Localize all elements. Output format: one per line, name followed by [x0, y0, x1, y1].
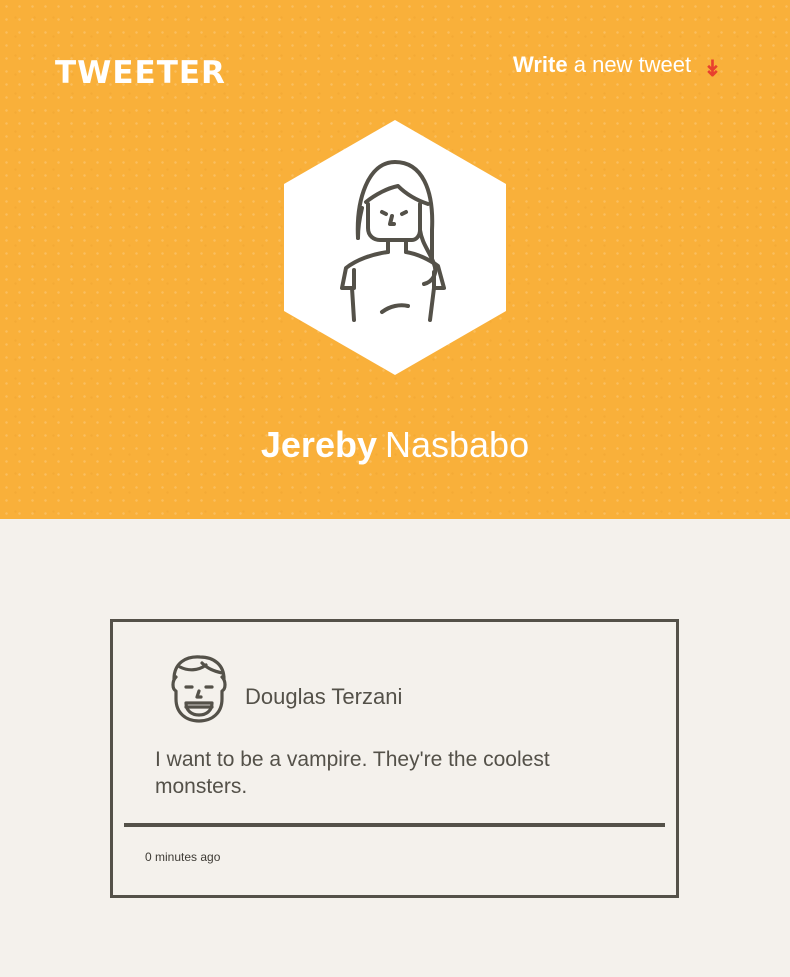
tweet-divider: [124, 823, 665, 827]
compose-toggle-strong: Write: [513, 52, 568, 77]
profile-name: Jereby Nasbabo: [0, 420, 790, 470]
profile-first-name: Jereby: [260, 424, 377, 465]
brand-logo[interactable]: TWEETER: [55, 54, 226, 92]
tweet-author: Douglas Terzani: [245, 684, 403, 709]
compose-toggle-label: a new tweet: [573, 52, 692, 77]
arrow-down-icon: ↡: [703, 56, 722, 81]
tweet-timestamp: 0 minutes ago: [145, 850, 221, 864]
profile-header: TWEETER Write a new tweet ↡ Jereby Nasba…: [0, 0, 790, 519]
profile-avatar: [284, 120, 506, 375]
tweet-text: I want to be a vampire. They're the cool…: [155, 748, 550, 798]
write-new-tweet-toggle[interactable]: Write a new tweet ↡: [513, 50, 722, 84]
profile-last-name: Nasbabo: [384, 424, 530, 465]
tweet-card: Douglas Terzani I want to be a vampire. …: [110, 619, 679, 898]
smiling-man-avatar-icon: [171, 655, 227, 723]
